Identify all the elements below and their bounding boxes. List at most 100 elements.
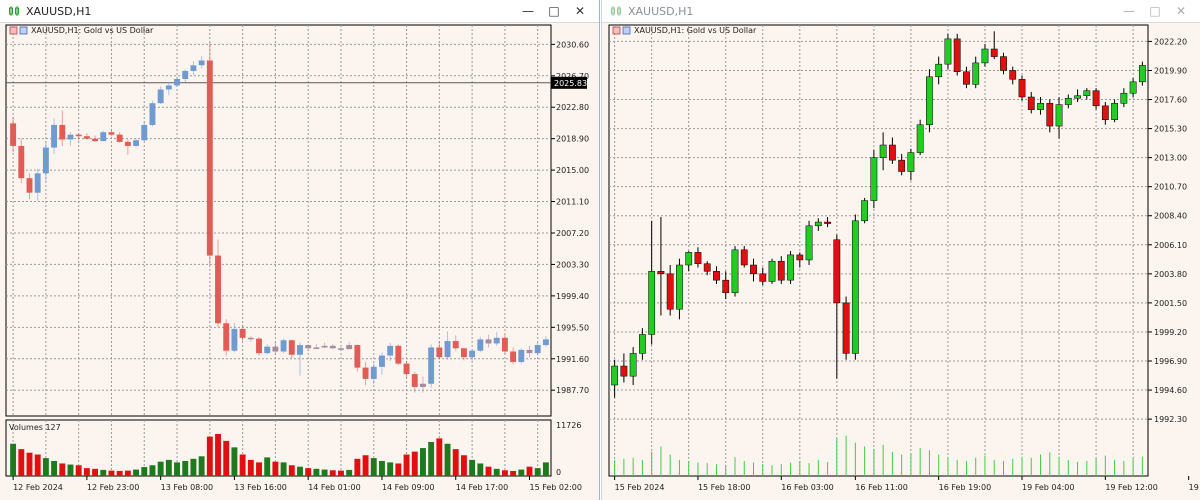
y-tick-label: 2008.40 [1154, 212, 1187, 221]
candle-body [100, 132, 107, 142]
y-tick-label: 2013.00 [1154, 154, 1187, 163]
volume-bar [477, 463, 484, 476]
candles-icon [8, 6, 20, 16]
candle-body [59, 124, 66, 140]
candle-body [329, 345, 336, 349]
candle-body [149, 103, 156, 125]
volume-bar [10, 443, 17, 476]
close-icon[interactable]: ✕ [567, 0, 593, 22]
candle-body [1111, 103, 1118, 120]
maximize-icon[interactable]: □ [541, 0, 567, 22]
candle-body [944, 38, 952, 65]
timeframe-icon [19, 26, 28, 35]
candle-body [833, 239, 841, 304]
candle-body [247, 337, 254, 340]
candle-body [75, 134, 82, 137]
volume-bar [149, 465, 156, 476]
left-price-chart[interactable]: 2030.602026.702022.802018.902015.002011.… [0, 23, 599, 500]
volume-bar [247, 459, 254, 476]
y-tick-label: 2010.70 [1154, 183, 1187, 192]
candle-body [501, 337, 508, 352]
y-tick-label: 2003.30 [556, 260, 589, 269]
maximize-icon[interactable]: □ [1142, 0, 1168, 22]
candle-body [1064, 98, 1072, 105]
candle-body [165, 85, 172, 90]
volume-bar [223, 440, 230, 476]
candle-body [231, 328, 238, 351]
volume-bar [264, 457, 271, 476]
y-tick-label: 1992.30 [1154, 415, 1187, 424]
right-price-chart[interactable]: 2022.20 2019.90 2017.60 2015.30 2013.00 2010.… [602, 23, 1199, 500]
volume-bar [313, 468, 320, 476]
minimize-icon[interactable]: — [1116, 0, 1142, 22]
volume-bar [100, 469, 107, 476]
candle-body [676, 264, 683, 310]
candle-body [272, 346, 279, 352]
candle-body [411, 374, 418, 387]
volume-bar [124, 470, 131, 476]
volume-bar [419, 448, 426, 476]
y-tick-label: 2001.50 [1154, 299, 1187, 308]
x-tick-label: 16 Feb 19:00 [939, 483, 991, 492]
candle-body [935, 63, 943, 78]
volume-bar [108, 470, 115, 476]
candle-body [313, 347, 320, 349]
candle-body [1055, 104, 1063, 127]
candle-body [1083, 90, 1091, 96]
candle-body [346, 345, 353, 350]
window-title: XAUUSD,H1 [628, 4, 694, 18]
minimize-icon[interactable]: — [515, 0, 541, 22]
volume-axis-max: 11726 [556, 421, 581, 430]
candle-body [264, 346, 271, 354]
y-tick-label: 2030.60 [556, 40, 589, 49]
volume-bar [272, 461, 279, 476]
right-title-bar[interactable]: XAUUSD,H1 — □ ✕ [602, 0, 1200, 23]
chart-label: XAUUSD,H1: Gold vs US Dollar [634, 26, 757, 35]
price-panel-frame [5, 24, 552, 417]
volume-bar [452, 449, 459, 476]
volume-bar [444, 443, 451, 476]
y-tick-label: 2006.10 [1154, 241, 1187, 250]
candle-body [1027, 96, 1035, 110]
y-tick-label: 1987.70 [556, 386, 589, 395]
chart-label: XAUUSD,H1: Gold vs US Dollar [31, 26, 154, 35]
timeframe-icon [622, 26, 631, 35]
candle-body [10, 123, 17, 146]
left-title-bar[interactable]: XAUUSD,H1 — □ ✕ [0, 0, 599, 23]
candle-body [157, 89, 164, 104]
y-tick-label: 2015.30 [1154, 125, 1187, 134]
x-tick-label: 14 Feb 17:00 [456, 483, 508, 492]
volume-bar [436, 438, 443, 476]
price-panel-frame [608, 24, 1149, 477]
candle-body [395, 345, 402, 364]
candle-body [116, 134, 123, 142]
volume-bar [469, 459, 476, 476]
left-chart-window[interactable]: XAUUSD,H1 — □ ✕ 2030.60 2026.70 2022.80 201… [0, 0, 600, 500]
candle-body [824, 221, 831, 224]
candle-body [1092, 90, 1100, 107]
candle-body [1018, 79, 1026, 98]
candle-body [526, 349, 533, 354]
left-chart-area[interactable]: 2030.60 2026.70 2022.80 2018.90 2015.00 2011.… [0, 23, 599, 500]
candle-body [750, 264, 757, 275]
candle-body [1009, 70, 1017, 80]
volume-axis-min: 0 [556, 468, 561, 477]
candle-body [92, 138, 99, 142]
volume-bar [239, 454, 246, 476]
x-tick-label: 19 Feb 12:00 [1105, 483, 1157, 492]
x-tick-label: 15 Feb 02:00 [530, 483, 582, 492]
x-tick-label: 14 Feb 01:00 [308, 483, 360, 492]
candle-body [777, 260, 785, 281]
candle-body [83, 136, 90, 139]
volume-bar [485, 466, 492, 476]
volume-bar [526, 466, 533, 476]
right-chart-area[interactable]: 2022.20 2019.90 2017.60 2015.30 2013.00 2010.… [602, 23, 1200, 500]
candle-body [963, 71, 970, 85]
candle-body [534, 345, 541, 354]
volume-bar [133, 469, 140, 476]
candle-body [190, 65, 197, 71]
close-icon[interactable]: ✕ [1168, 0, 1194, 22]
candle-body [338, 348, 344, 350]
right-chart-window[interactable]: XAUUSD,H1 — □ ✕ 2022.20 2019.90 2017.60 201… [601, 0, 1200, 500]
y-tick-label: 2003.80 [1154, 270, 1187, 279]
